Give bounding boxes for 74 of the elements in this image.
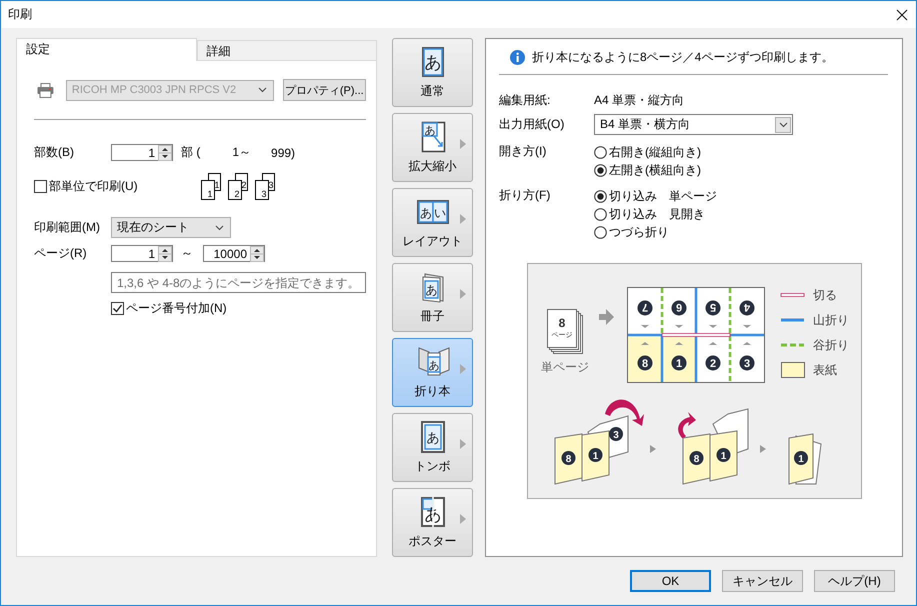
spinner-icon[interactable]	[158, 246, 172, 262]
range-max: 999)	[271, 146, 296, 160]
radio-label: 切り込み 見開き	[609, 206, 705, 222]
radio-label: 切り込み 単ページ	[609, 188, 717, 204]
stack-caption: 単ページ	[541, 360, 589, 374]
output-paper-dropdown[interactable]: B4 単票・横方向	[594, 114, 793, 135]
window-title: 印刷	[8, 6, 32, 23]
mountain-fold-swatch	[781, 318, 804, 322]
radio-button[interactable]	[594, 226, 607, 238]
print-range-dropdown[interactable]: 現在のシート	[111, 217, 231, 238]
option-group-label: 折り方(F)	[499, 187, 552, 204]
info-icon	[510, 50, 525, 64]
page-hint-text: 1,3,6 や 4-8のようにページを指定できます。	[111, 272, 366, 293]
mode-button[interactable]: あ トンボ	[392, 413, 473, 482]
dialog-button[interactable]: ヘルプ(H)	[814, 570, 895, 592]
tab[interactable]: 詳細	[196, 40, 377, 60]
legend-label: 表紙	[813, 363, 837, 377]
imposition-drawing: 7 6 5 4 8 1 2 3	[627, 287, 765, 383]
range-min: 1～	[232, 144, 252, 161]
copies-field[interactable]: 1	[111, 144, 173, 161]
radio-button[interactable]	[594, 164, 607, 176]
radio-button[interactable]	[594, 208, 607, 220]
cover-swatch	[781, 362, 805, 378]
edit-paper-label: 編集用紙:	[499, 92, 552, 109]
checkbox[interactable]	[111, 302, 124, 315]
copies-label: 部数(B)	[34, 144, 75, 161]
mode-button[interactable]: あ 冊子	[392, 263, 473, 332]
spinner-icon[interactable]	[250, 246, 264, 262]
close-icon[interactable]	[896, 8, 908, 20]
legend-label: 切る	[813, 288, 837, 302]
checkbox-label: ページ番号付加(N)	[126, 300, 227, 317]
legend-label: 谷折り	[813, 338, 849, 352]
radio-label: 右開き(縦組向き)	[609, 144, 701, 160]
page-from-field[interactable]: 1	[111, 245, 173, 262]
print-range-label: 印刷範囲(M)	[34, 219, 101, 236]
edit-paper-value: A4 単票・縦方向	[594, 92, 684, 109]
mode-button[interactable]: あ 通常	[392, 38, 473, 107]
dialog-button[interactable]: OK	[630, 570, 711, 592]
page-to-field[interactable]: 10000	[203, 245, 265, 262]
mode-button[interactable]: あい レイアウト	[392, 188, 473, 257]
pages-label: ページ(R)	[34, 245, 88, 262]
output-paper-label: 出力用紙(O)	[499, 116, 566, 133]
printer-icon	[37, 82, 54, 98]
checkbox[interactable]	[34, 180, 47, 192]
tab[interactable]: 設定	[16, 38, 196, 61]
cut-line-swatch	[780, 293, 804, 297]
output-paper-value: B4 単票・横方向	[600, 116, 690, 133]
fold-step-drawing: 1	[788, 433, 822, 485]
option-group-label: 開き方(I)	[499, 143, 548, 160]
checkbox-label: 部単位で印刷(U)	[49, 178, 138, 194]
copies-unit: 部 (	[181, 144, 200, 161]
chevron-icon	[215, 224, 224, 230]
properties-button[interactable]: プロパティ(P)...	[282, 79, 366, 101]
print-range-value: 現在のシート	[117, 219, 189, 236]
chevron-icon	[778, 122, 788, 128]
radio-button[interactable]	[594, 146, 607, 158]
radio-label: つづら折り	[609, 224, 669, 240]
arrow-icon	[760, 445, 766, 453]
mode-button[interactable]: あ 拡大縮小	[392, 113, 473, 182]
fold-step-drawing: 8 1	[678, 408, 748, 485]
chevron-icon	[258, 87, 267, 93]
valley-fold-swatch	[781, 344, 804, 346]
radio-label: 左開き(横組向き)	[609, 162, 701, 178]
info-message: 折り本になるように8ページ／4ページずつ印刷します。	[532, 48, 834, 66]
legend-label: 山折り	[813, 313, 849, 327]
fold-step-drawing: 8 1 3	[554, 400, 644, 485]
spinner-icon[interactable]	[158, 144, 172, 160]
arrow-icon	[650, 445, 656, 453]
printer-name: RICOH MP C3003 JPN RPCS V2	[72, 84, 236, 96]
radio-button[interactable]	[594, 190, 607, 202]
arrow-icon	[599, 309, 614, 325]
range-separator: ～	[181, 245, 193, 262]
dialog-button[interactable]: キャンセル	[722, 570, 803, 592]
mode-button[interactable]: あ 折り本	[392, 338, 473, 407]
